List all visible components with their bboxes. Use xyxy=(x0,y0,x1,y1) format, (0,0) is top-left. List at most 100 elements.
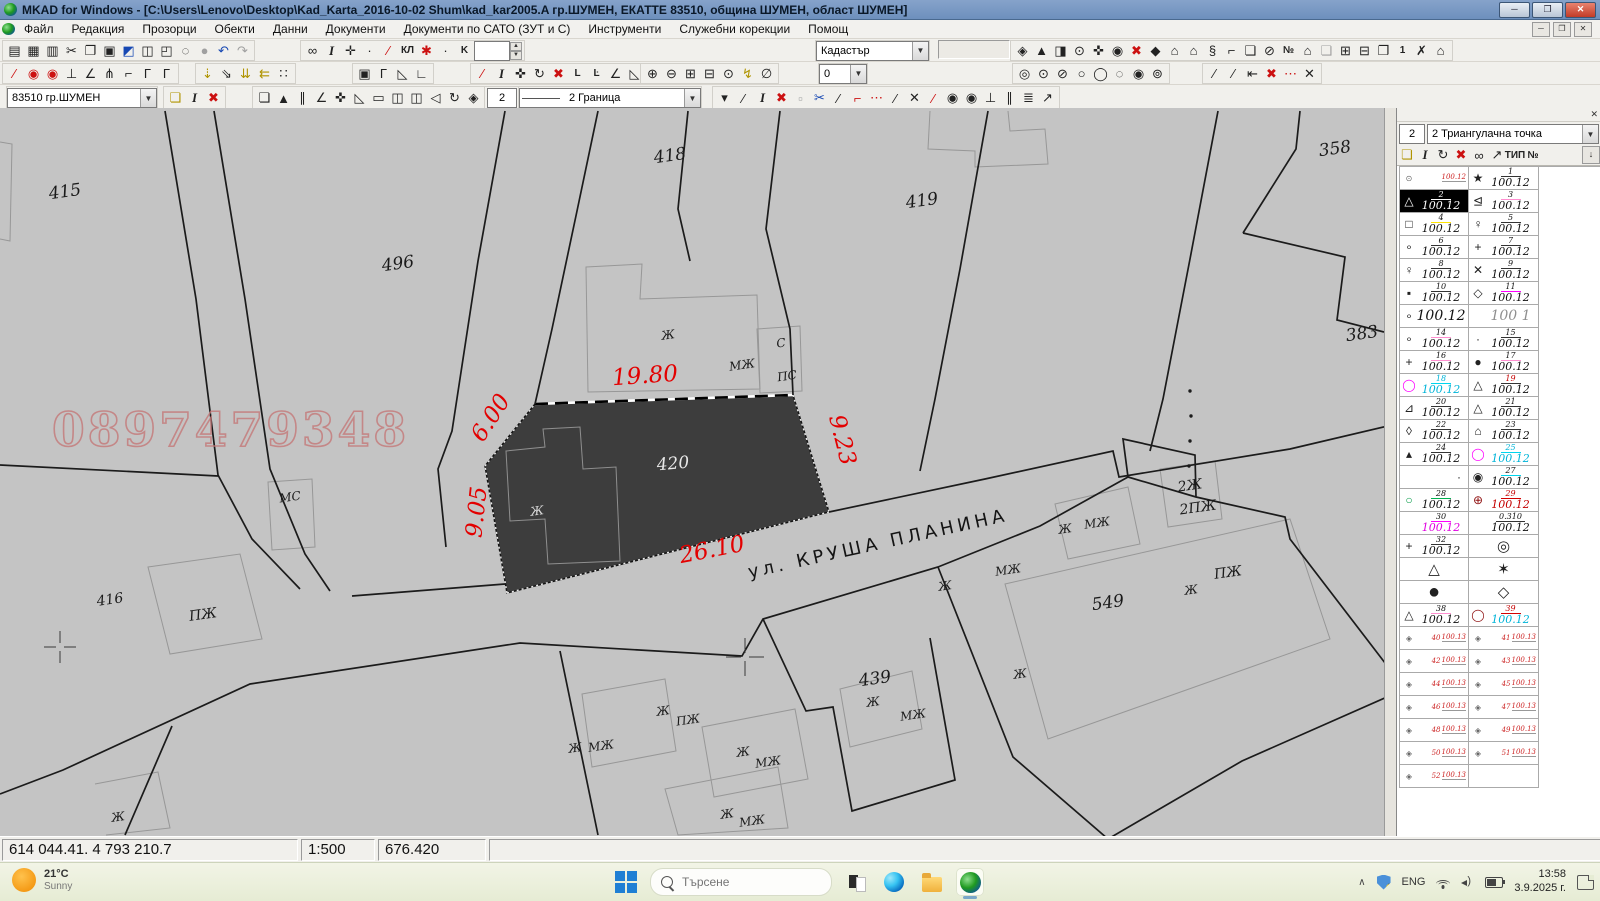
symbol-cell-10[interactable]: ✕9100.12 xyxy=(1469,259,1539,282)
one-icon[interactable]: 1 xyxy=(1393,42,1412,59)
restore-button[interactable]: ❐ xyxy=(1532,2,1563,18)
kl-icon[interactable]: КЛ xyxy=(398,42,417,59)
symbol-cell-37[interactable]: ● xyxy=(1399,581,1469,604)
perpendicular-icon[interactable]: ⊥ xyxy=(62,65,81,82)
mdi-minimize-button[interactable]: ─ xyxy=(1532,22,1550,37)
symbol-delete-icon[interactable]: ✖ xyxy=(1452,147,1470,164)
style-slash-2-icon[interactable]: ⁄ xyxy=(886,90,905,107)
cross-icon[interactable]: ✕ xyxy=(1300,65,1319,82)
symbol-cell-26[interactable]: ◯25100.12 xyxy=(1469,443,1539,466)
print-preview-icon[interactable]: ◰ xyxy=(157,42,176,59)
notification-icon[interactable] xyxy=(1577,875,1594,890)
style-dashes-icon[interactable]: ⋯ xyxy=(867,90,886,107)
dot2-icon[interactable]: · xyxy=(436,42,455,59)
region-icon[interactable]: ◈ xyxy=(1013,42,1032,59)
print-icon[interactable]: ◫ xyxy=(138,42,157,59)
style-cross-icon[interactable]: ✕ xyxy=(905,90,924,107)
symbol-cell-45[interactable]: ◈44100.13 xyxy=(1399,673,1469,696)
symbol-cell-54[interactable] xyxy=(1469,765,1539,788)
to-start-icon[interactable]: ⇤ xyxy=(1243,65,1262,82)
save-icon[interactable]: ▦ xyxy=(24,42,43,59)
symbol-cell-9[interactable]: ♀8100.12 xyxy=(1399,259,1469,282)
remove-icon[interactable]: ✖ xyxy=(1262,65,1281,82)
edit-info-icon[interactable]: I xyxy=(492,65,511,82)
symbol-cell-12[interactable]: ◇11100.12 xyxy=(1469,282,1539,305)
symbol-cell-52[interactable]: ◈51100.13 xyxy=(1469,742,1539,765)
hundred-icon[interactable]: ● xyxy=(195,42,214,59)
sheet-2-icon[interactable]: ❏ xyxy=(1317,42,1336,59)
style-lock-a-icon[interactable]: ◉ xyxy=(943,90,962,107)
style-perp-icon[interactable]: ⊥ xyxy=(981,90,1000,107)
symbol-find-icon[interactable]: ∞ xyxy=(1470,147,1488,164)
symbol-rotate-icon[interactable]: ↻ xyxy=(1434,147,1452,164)
style-info-icon[interactable]: I xyxy=(753,90,772,107)
symbol-cell-23[interactable]: ◊22100.12 xyxy=(1399,420,1469,443)
volume-icon[interactable] xyxy=(1461,877,1474,888)
wifi-icon[interactable] xyxy=(1436,877,1450,888)
symbol-cell-43[interactable]: ◈42100.13 xyxy=(1399,650,1469,673)
delete-point-icon[interactable]: ✖ xyxy=(1127,42,1146,59)
symbol-cell-42[interactable]: ◈41100.13 xyxy=(1469,627,1539,650)
lock-b-icon[interactable]: ◉ xyxy=(43,65,62,82)
undo-icon[interactable]: ↶ xyxy=(214,42,233,59)
grid-2-icon[interactable]: ⊟ xyxy=(1355,42,1374,59)
object-columns-icon[interactable]: ◫ xyxy=(388,90,407,107)
symbol-cell-20[interactable]: △19100.12 xyxy=(1469,374,1539,397)
corner-c-icon[interactable]: Γ xyxy=(157,65,176,82)
circle-slash-icon[interactable]: ⊘ xyxy=(1053,65,1072,82)
type-button-icon[interactable]: ТИП xyxy=(1506,147,1524,164)
zoom-pan-icon[interactable]: ⊟ xyxy=(700,65,719,82)
symbol-cell-35[interactable]: △ xyxy=(1399,558,1469,581)
symbol-cell-19[interactable]: ◯18100.12 xyxy=(1399,374,1469,397)
zoom-none-icon[interactable]: ∅ xyxy=(757,65,776,82)
grid-icon[interactable]: ⊞ xyxy=(1336,42,1355,59)
mkad-taskbar-button[interactable] xyxy=(956,868,984,896)
symbol-cell-7[interactable]: ∘6100.12 xyxy=(1399,236,1469,259)
symbol-cell-17[interactable]: +16100.12 xyxy=(1399,351,1469,374)
object-rotate-icon[interactable]: ↻ xyxy=(445,90,464,107)
objects-icon[interactable]: ◩ xyxy=(119,42,138,59)
style-slash-icon[interactable]: ⁄ xyxy=(829,90,848,107)
circle-small-icon[interactable]: ○ xyxy=(1072,65,1091,82)
weather-widget[interactable]: 21°C Sunny xyxy=(12,868,72,892)
menu-item-0[interactable]: Файл xyxy=(15,21,63,37)
symbol-cell-36[interactable]: ✶ xyxy=(1469,558,1539,581)
symbol-cell-49[interactable]: ◈48100.13 xyxy=(1399,719,1469,742)
line-style-select[interactable]: 2 Граница ▼ xyxy=(519,88,701,108)
k-spinner[interactable]: ▲▼ xyxy=(510,42,522,60)
snap-grid-icon[interactable]: ∷ xyxy=(274,65,293,82)
mdi-child-icon[interactable] xyxy=(2,23,15,35)
menu-item-7[interactable]: Инструменти xyxy=(579,21,670,37)
menu-item-6[interactable]: Документи по САТО (ЗУТ и С) xyxy=(395,21,580,37)
no-zone-icon[interactable]: ⊘ xyxy=(1260,42,1279,59)
area-p-icon[interactable]: ▣ xyxy=(355,65,374,82)
close-button[interactable]: ✕ xyxy=(1565,2,1596,18)
triangle-lower-icon[interactable]: ◺ xyxy=(393,65,412,82)
symbol-cell-44[interactable]: ◈43100.13 xyxy=(1469,650,1539,673)
intersect-icon[interactable]: ⋔ xyxy=(100,65,119,82)
taskbar-search[interactable] xyxy=(650,868,832,896)
building-2-icon[interactable]: ⌂ xyxy=(1184,42,1203,59)
section-icon[interactable]: § xyxy=(1203,42,1222,59)
building-icon[interactable]: ⌂ xyxy=(1165,42,1184,59)
line-a-icon[interactable]: ⁄ xyxy=(1205,65,1224,82)
object-angle-icon[interactable]: ∠ xyxy=(312,90,331,107)
symbol-cell-51[interactable]: ◈50100.13 xyxy=(1399,742,1469,765)
symbol-type-select[interactable]: 2 Триангулачна точка ▼ xyxy=(1427,124,1599,144)
building-4-icon[interactable]: ⌂ xyxy=(1431,42,1450,59)
region-select-arrow-icon[interactable]: ▼ xyxy=(140,89,156,107)
zoom-all-icon[interactable]: ⊙ xyxy=(719,65,738,82)
panel-down-icon[interactable]: ↓ xyxy=(1582,146,1600,164)
symbol-cell-22[interactable]: △21100.12 xyxy=(1469,397,1539,420)
line-style-arrow-icon[interactable]: ▼ xyxy=(684,89,700,107)
right-angle-icon[interactable]: ∟ xyxy=(412,65,431,82)
symbol-cell-18[interactable]: ●17100.12 xyxy=(1469,351,1539,374)
draw-line-icon[interactable]: ⁄ xyxy=(5,65,24,82)
symbol-cell-1[interactable]: ⊙100.12 xyxy=(1399,167,1469,190)
building-3-icon[interactable]: ⌂ xyxy=(1298,42,1317,59)
symbol-cell-46[interactable]: ◈45100.13 xyxy=(1469,673,1539,696)
object-arrow-icon[interactable]: ◁ xyxy=(426,90,445,107)
style-lock-b-icon[interactable]: ◉ xyxy=(962,90,981,107)
mdi-close-button[interactable]: ✕ xyxy=(1574,22,1592,37)
style-blank-icon[interactable]: ▫ xyxy=(791,90,810,107)
